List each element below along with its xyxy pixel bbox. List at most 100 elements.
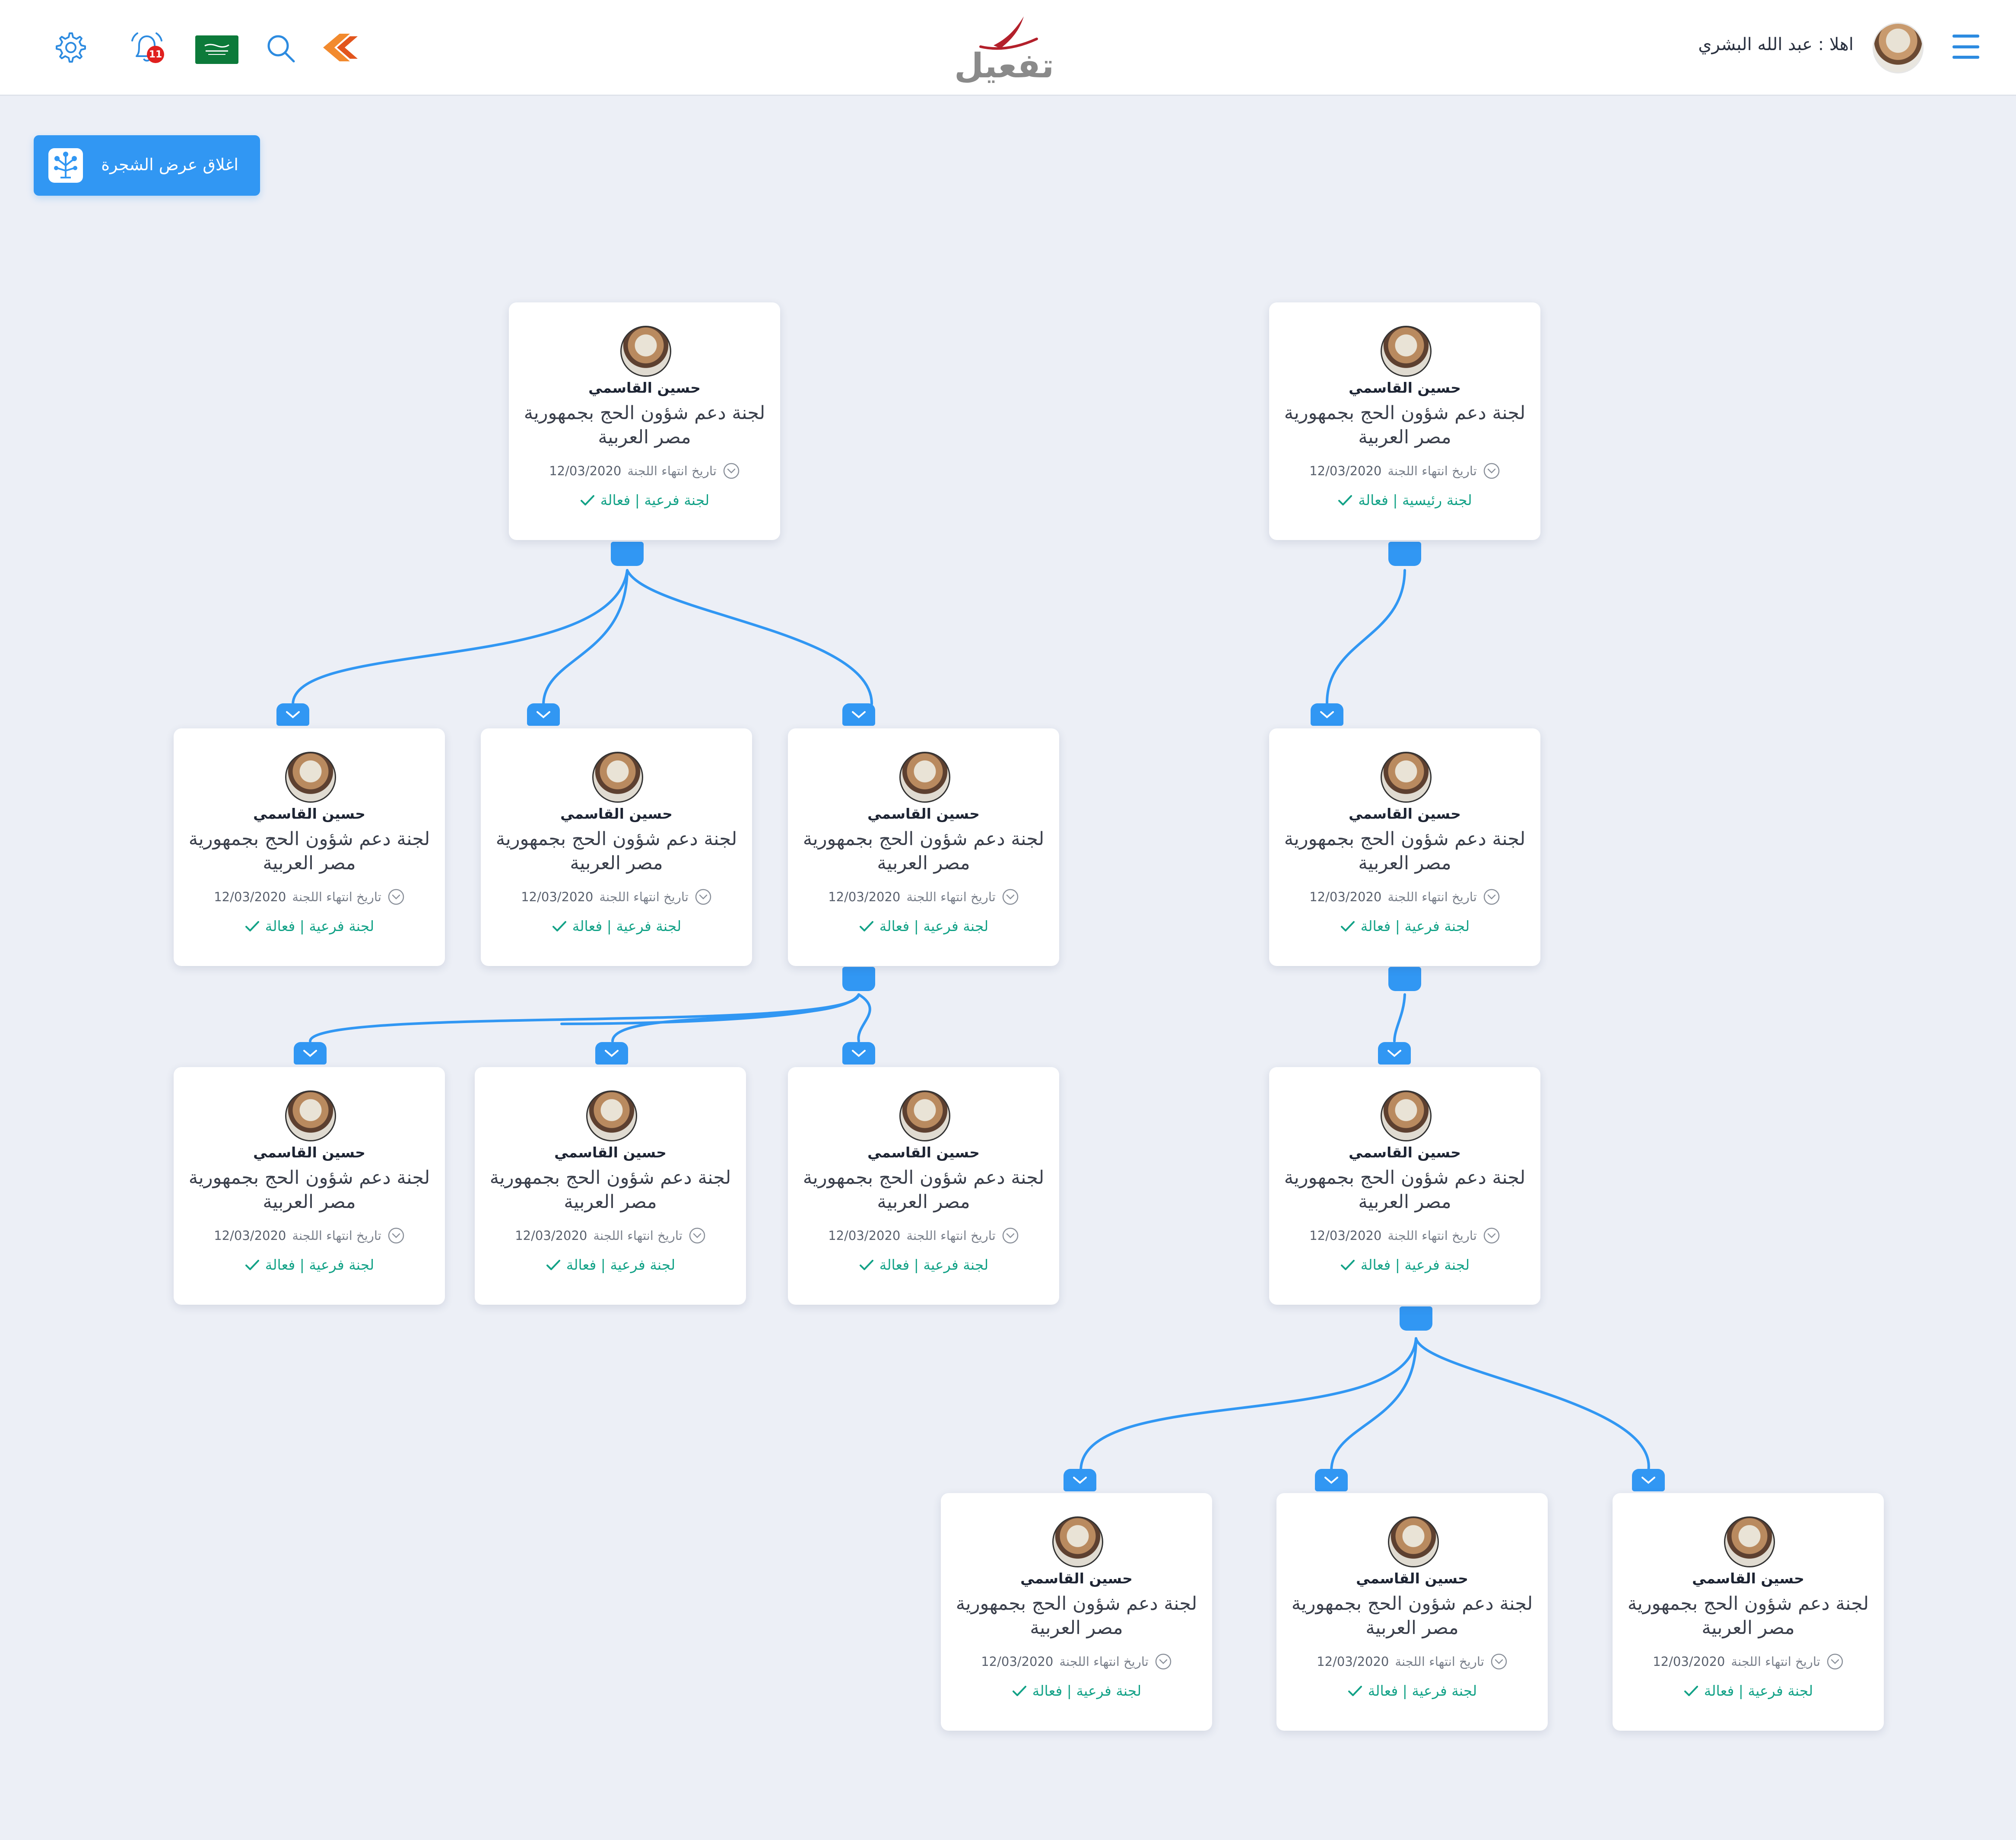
collapse-tab[interactable] (527, 703, 560, 726)
committee-title: لجنة دعم شؤون الحج بجمهورية مصر العربية (1284, 402, 1526, 448)
collapse-tab[interactable] (294, 1042, 327, 1065)
end-date-label: تاريخ انتهاء اللجنة (1387, 890, 1477, 904)
app-logo: تفعيل (954, 13, 1054, 86)
menu-icon[interactable] (1953, 35, 1979, 59)
member-avatar (620, 326, 671, 377)
chevron-down-icon (852, 711, 866, 718)
end-date-label: تاريخ انتهاء اللجنة (593, 1228, 683, 1243)
member-avatar (285, 1090, 336, 1141)
committee-status: لجنة فرعية | فعالة (1269, 1256, 1540, 1273)
connector-line (857, 993, 871, 1042)
committee-card[interactable]: حسين القاسمي لجنة دعم شؤون الحج بجمهورية… (788, 728, 1059, 966)
expand-circle-icon[interactable] (689, 1227, 706, 1244)
expand-circle-icon[interactable] (1490, 1653, 1508, 1670)
app-switch-icon[interactable] (320, 31, 359, 64)
expand-circle-icon[interactable] (1155, 1653, 1172, 1670)
chevron-down-icon (1324, 1477, 1338, 1484)
committee-card[interactable]: حسين القاسمي لجنة دعم شؤون الحج بجمهورية… (509, 302, 780, 540)
check-icon (1340, 921, 1355, 931)
expand-circle-icon[interactable] (1002, 888, 1019, 906)
expand-children-tab[interactable] (1400, 1306, 1432, 1331)
committee-status: لجنة فرعية | فعالة (788, 918, 1059, 934)
user-avatar[interactable] (1873, 22, 1924, 73)
committee-card[interactable]: حسين القاسمي لجنة دعم شؤون الحج بجمهورية… (1276, 1493, 1548, 1731)
end-date-row: 12/03/2020 تاريخ انتهاء اللجنة (475, 1227, 746, 1244)
member-avatar (899, 752, 950, 803)
collapse-tab[interactable] (1064, 1469, 1096, 1491)
end-date-label: تاريخ انتهاء اللجنة (1387, 1228, 1477, 1243)
end-date-label: تاريخ انتهاء اللجنة (292, 890, 381, 904)
committee-card[interactable]: حسين القاسمي لجنة دعم شؤون الحج بجمهورية… (1269, 728, 1540, 966)
member-avatar (1052, 1516, 1103, 1567)
expand-children-tab[interactable] (1388, 967, 1421, 991)
user-greeting: اهلا : عبد الله البشري (1698, 35, 1854, 54)
collapse-tab[interactable] (276, 703, 309, 726)
logo-swoosh-icon (979, 16, 1038, 50)
collapse-tab[interactable] (1311, 703, 1343, 726)
search-icon[interactable] (264, 32, 297, 65)
expand-circle-icon[interactable] (1483, 462, 1500, 480)
connector-line (611, 993, 860, 1042)
committee-status: لجنة فرعية | فعالة (1276, 1682, 1548, 1699)
end-date-value: 12/03/2020 (1317, 1654, 1389, 1669)
end-date-row: 12/03/2020 تاريخ انتهاء اللجنة (1269, 462, 1540, 480)
expand-circle-icon[interactable] (1826, 1653, 1844, 1670)
end-date-value: 12/03/2020 (1309, 1228, 1382, 1243)
connector-line (292, 569, 629, 705)
committee-card[interactable]: حسين القاسمي لجنة دعم شؤون الحج بجمهورية… (174, 1067, 445, 1305)
expand-circle-icon[interactable] (387, 1227, 405, 1244)
end-date-value: 12/03/2020 (214, 1228, 286, 1243)
status-text: لجنة فرعية | فعالة (1360, 918, 1470, 934)
committee-card[interactable]: حسين القاسمي لجنة دعم شؤون الحج بجمهورية… (1269, 302, 1540, 540)
member-avatar (1381, 326, 1432, 377)
committee-title: لجنة دعم شؤون الحج بجمهورية مصر العربية (803, 1167, 1045, 1213)
end-date-value: 12/03/2020 (828, 1228, 901, 1243)
end-date-label: تاريخ انتهاء اللجنة (1387, 464, 1477, 478)
expand-circle-icon[interactable] (1483, 888, 1500, 906)
committee-card[interactable]: حسين القاسمي لجنة دعم شؤون الحج بجمهورية… (481, 728, 752, 966)
collapse-tab[interactable] (1632, 1469, 1665, 1491)
expand-circle-icon[interactable] (695, 888, 712, 906)
check-icon (1340, 1259, 1355, 1270)
settings-icon[interactable] (54, 31, 87, 64)
end-date-row: 12/03/2020 تاريخ انتهاء اللجنة (174, 888, 445, 906)
end-date-value: 12/03/2020 (214, 890, 286, 904)
expand-children-tab[interactable] (1388, 542, 1421, 566)
expand-circle-icon[interactable] (1002, 1227, 1019, 1244)
expand-circle-icon[interactable] (1483, 1227, 1500, 1244)
expand-circle-icon[interactable] (723, 462, 740, 480)
committee-card[interactable]: حسين القاسمي لجنة دعم شؤون الحج بجمهورية… (941, 1493, 1212, 1731)
end-date-label: تاريخ انتهاء اللجنة (1395, 1654, 1484, 1669)
committee-status: لجنة رئيسية | فعالة (1269, 492, 1540, 508)
chevron-down-icon (286, 711, 300, 718)
end-date-row: 12/03/2020 تاريخ انتهاء اللجنة (1613, 1653, 1884, 1670)
check-icon (1348, 1685, 1362, 1696)
committee-card[interactable]: حسين القاسمي لجنة دعم شؤون الحج بجمهورية… (1613, 1493, 1884, 1731)
expand-children-tab[interactable] (842, 967, 875, 991)
collapse-tab[interactable] (1315, 1469, 1348, 1491)
expand-children-tab[interactable] (611, 542, 644, 566)
end-date-value: 12/03/2020 (1309, 890, 1382, 904)
collapse-tab[interactable] (842, 703, 875, 726)
collapse-tab[interactable] (595, 1042, 628, 1065)
committee-card[interactable]: حسين القاسمي لجنة دعم شؤون الحج بجمهورية… (174, 728, 445, 966)
top-bar: 11 تفعيل اهلا : عبد الله البشري (0, 0, 2016, 96)
tree-icon (48, 148, 83, 183)
member-avatar (285, 752, 336, 803)
status-text: لجنة فرعية | فعالة (1360, 1256, 1470, 1273)
member-avatar (899, 1090, 950, 1141)
notifications-button[interactable]: 11 (126, 29, 168, 68)
connector-line (1325, 569, 1406, 705)
collapse-tab[interactable] (842, 1042, 875, 1065)
language-flag-button[interactable] (195, 35, 238, 64)
collapse-tab[interactable] (1378, 1042, 1411, 1065)
check-icon (546, 1259, 560, 1270)
committee-card[interactable]: حسين القاسمي لجنة دعم شؤون الحج بجمهورية… (1269, 1067, 1540, 1305)
close-tree-view-button[interactable]: اغلاق عرض الشجرة (34, 135, 260, 196)
expand-circle-icon[interactable] (387, 888, 405, 906)
committee-card[interactable]: حسين القاسمي لجنة دعم شؤون الحج بجمهورية… (788, 1067, 1059, 1305)
member-name: حسين القاسمي (253, 1144, 365, 1161)
member-avatar (1381, 752, 1432, 803)
member-name: حسين القاسمي (1349, 805, 1461, 822)
committee-card[interactable]: حسين القاسمي لجنة دعم شؤون الحج بجمهورية… (475, 1067, 746, 1305)
